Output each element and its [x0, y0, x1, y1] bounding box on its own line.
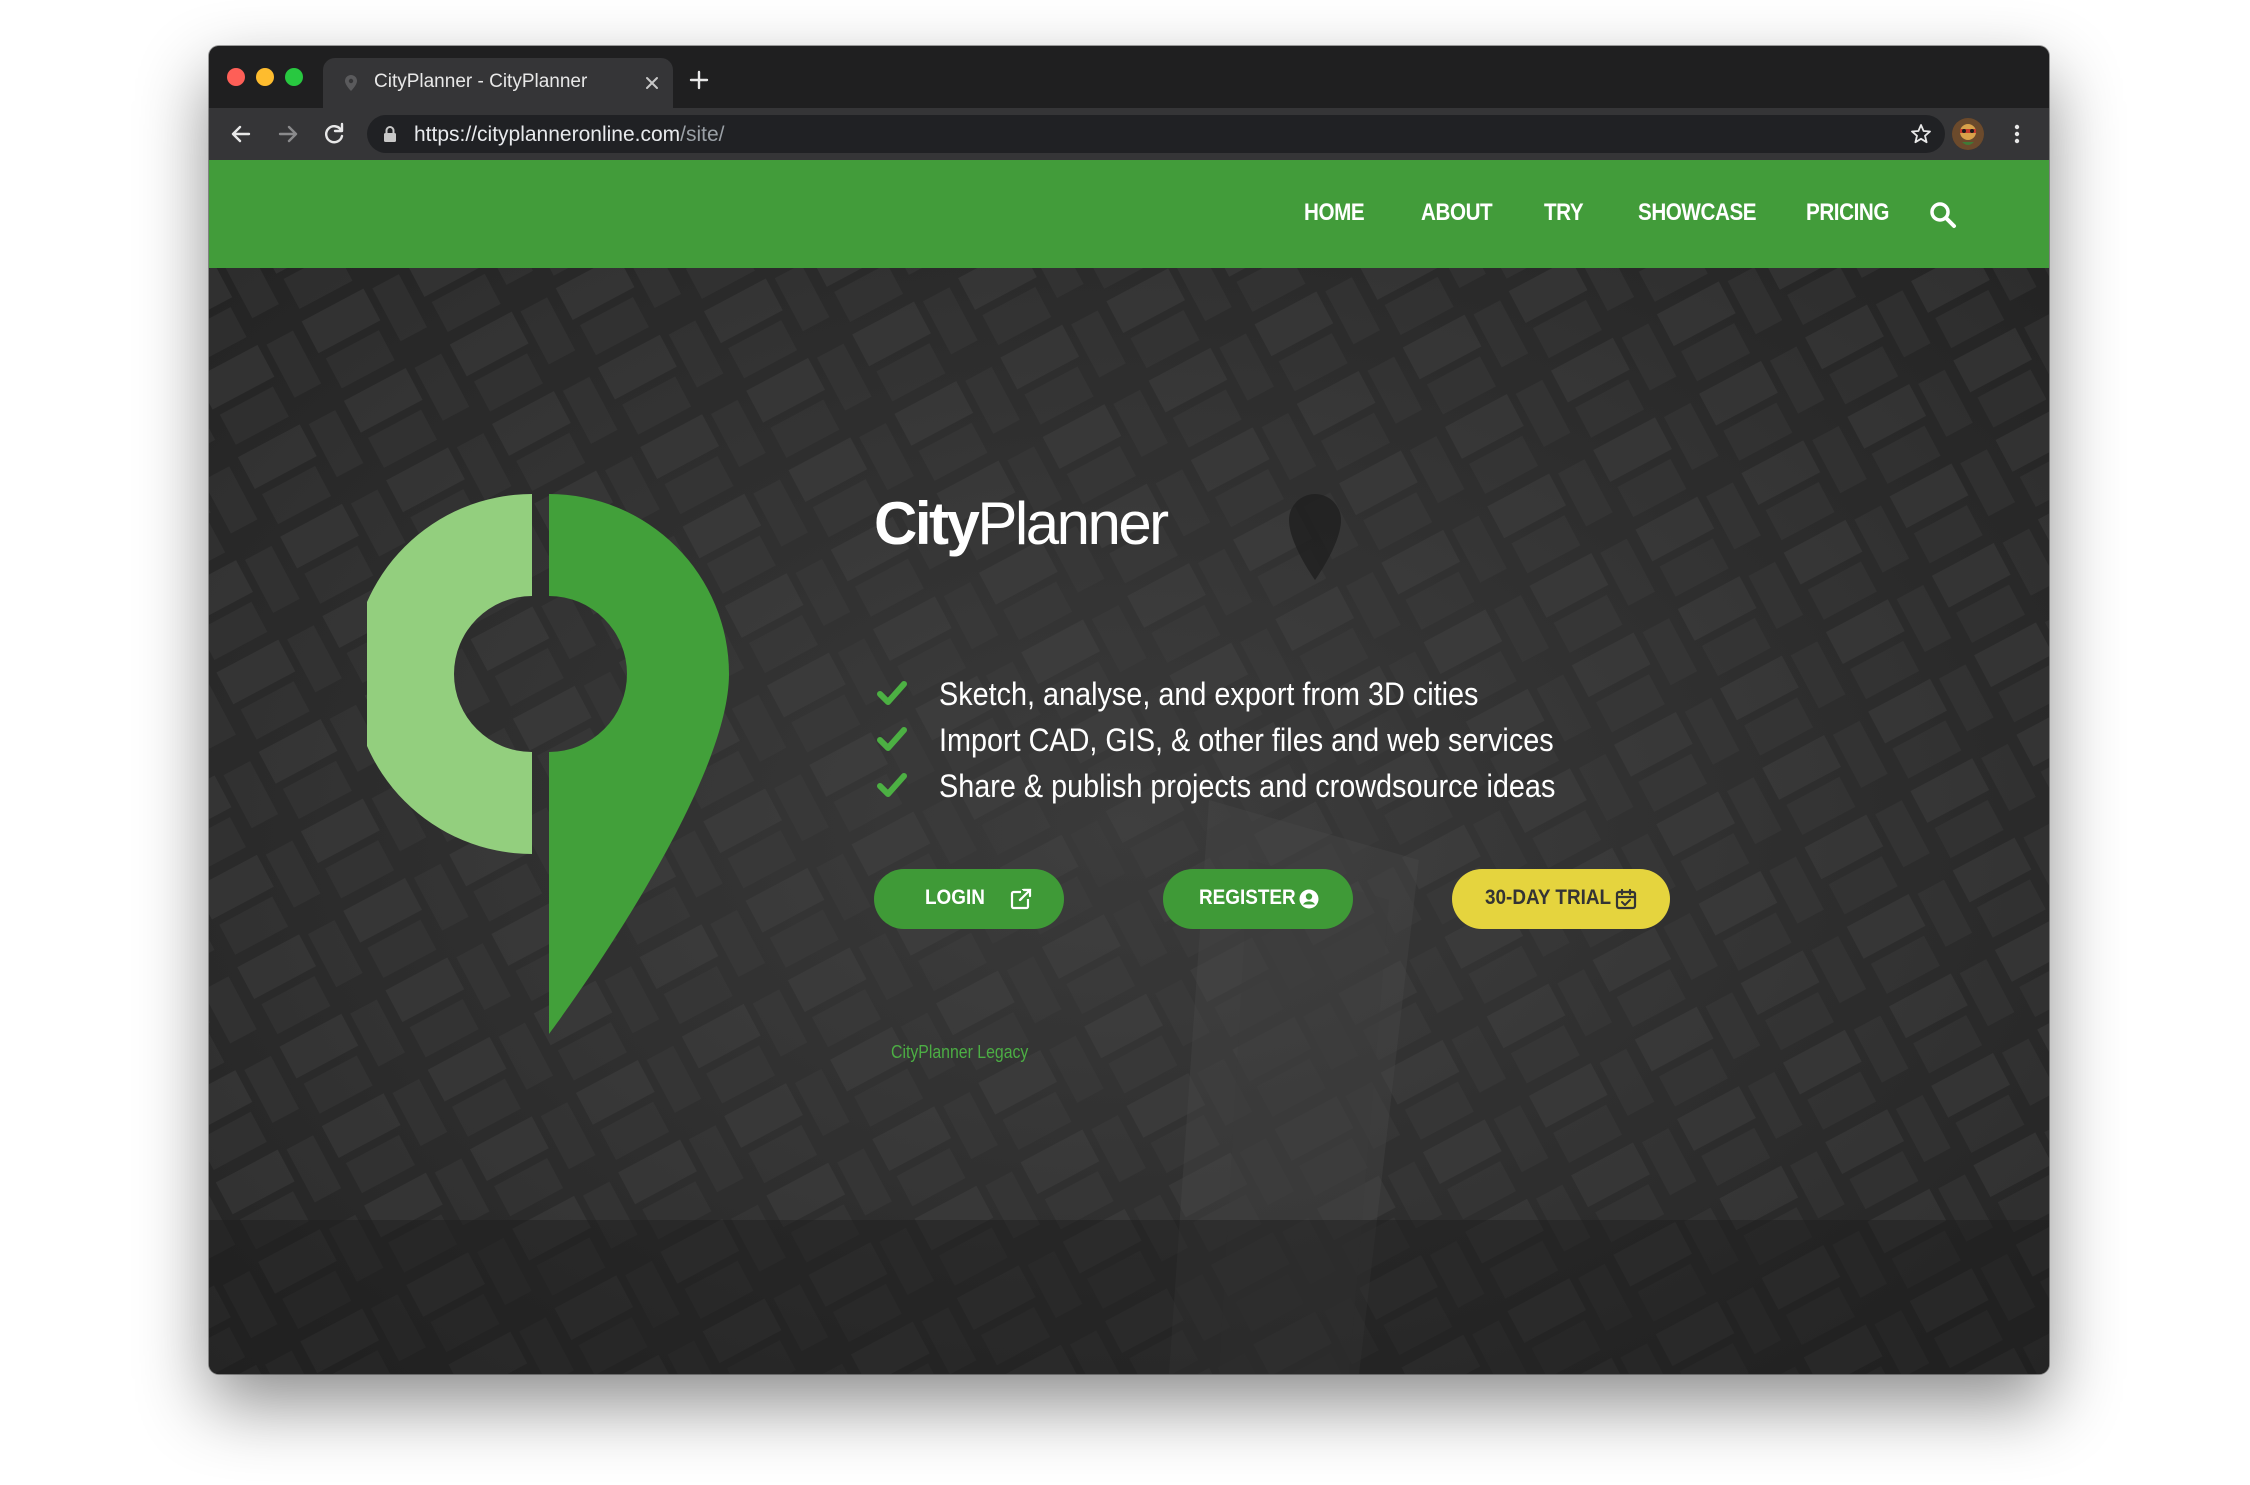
- feature-item: Import CAD, GIS, & other files and web s…: [877, 722, 1577, 762]
- plus-icon[interactable]: [687, 68, 711, 92]
- brand-planner: Planner: [977, 490, 1169, 557]
- search-icon[interactable]: [1928, 200, 1958, 230]
- map-pin-logo-icon: [367, 494, 729, 1034]
- star-icon[interactable]: [1909, 122, 1933, 146]
- maximize-window-button[interactable]: [285, 68, 303, 86]
- browser-window: CityPlanner - CityPlanner https://citypl…: [209, 46, 2049, 1374]
- reload-icon[interactable]: [320, 120, 348, 148]
- nav-about[interactable]: ABOUT: [1421, 199, 1493, 227]
- nav-pricing[interactable]: PRICING: [1806, 199, 1889, 227]
- tab-title: CityPlanner - CityPlanner: [374, 71, 588, 92]
- tab-strip: CityPlanner - CityPlanner: [209, 46, 2049, 108]
- nav-home[interactable]: HOME: [1304, 199, 1365, 227]
- browser-tab[interactable]: CityPlanner - CityPlanner: [323, 58, 673, 108]
- calendar-icon: [1615, 888, 1637, 910]
- close-icon[interactable]: [641, 72, 663, 94]
- register-button[interactable]: REGISTER: [1163, 869, 1353, 929]
- register-label: REGISTER: [1199, 886, 1296, 909]
- login-button[interactable]: LOGIN: [874, 869, 1064, 929]
- trial-label: 30-DAY TRIAL: [1485, 886, 1612, 909]
- trial-button[interactable]: 30-DAY TRIAL: [1452, 869, 1670, 929]
- back-arrow-icon[interactable]: [227, 120, 255, 148]
- site-navbar: HOME ABOUT TRY SHOWCASE PRICING: [209, 160, 2049, 268]
- lock-icon: [384, 126, 396, 142]
- checkmark-icon: [877, 727, 907, 751]
- url-path: /site/: [680, 123, 725, 146]
- feature-text: Share & publish projects and crowdsource…: [939, 768, 1556, 804]
- user-circle-icon: [1299, 889, 1319, 909]
- forward-arrow-icon[interactable]: [274, 120, 302, 148]
- checkmark-icon: [877, 773, 907, 797]
- map-pin-favicon-icon: [345, 75, 357, 91]
- nav-showcase[interactable]: SHOWCASE: [1638, 199, 1757, 227]
- avatar[interactable]: [1952, 118, 1984, 150]
- brand-city: City: [874, 490, 980, 557]
- external-link-icon: [1010, 888, 1032, 910]
- address-bar[interactable]: https://cityplanneronline.com/site/: [367, 115, 1945, 153]
- browser-toolbar: https://cityplanneronline.com/site/: [209, 108, 2049, 160]
- page-viewport: HOME ABOUT TRY SHOWCASE PRICING CityPlan…: [209, 160, 2049, 1374]
- brand-wordmark: CityPlanner: [874, 489, 1169, 558]
- close-window-button[interactable]: [227, 68, 245, 86]
- minimize-window-button[interactable]: [256, 68, 274, 86]
- url-host: https://cityplanneronline.com: [414, 123, 681, 146]
- menu-dots-icon[interactable]: [2003, 120, 2031, 148]
- nav-try[interactable]: TRY: [1544, 199, 1584, 227]
- legacy-link[interactable]: CityPlanner Legacy: [891, 1042, 1028, 1063]
- feature-item: Share & publish projects and crowdsource…: [877, 768, 1577, 808]
- feature-text: Import CAD, GIS, & other files and web s…: [939, 722, 1554, 758]
- feature-item: Sketch, analyse, and export from 3D citi…: [877, 676, 1577, 716]
- feature-text: Sketch, analyse, and export from 3D citi…: [939, 676, 1479, 712]
- login-label: LOGIN: [925, 886, 985, 909]
- checkmark-icon: [877, 681, 907, 705]
- url-text[interactable]: https://cityplanneronline.com/site/: [414, 123, 725, 147]
- avatar-image: [1952, 118, 1984, 150]
